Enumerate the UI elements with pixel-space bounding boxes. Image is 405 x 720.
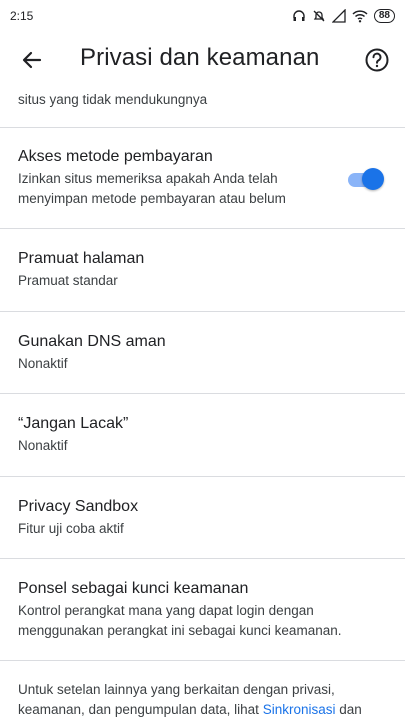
battery-indicator: 88 xyxy=(373,9,395,23)
setting-item-payment-methods[interactable]: Akses metode pembayaran Izinkan situs me… xyxy=(0,148,405,209)
setting-subtitle: Izinkan situs memeriksa apakah Anda tela… xyxy=(18,171,286,206)
signal-icon xyxy=(331,9,346,23)
wifi-icon xyxy=(352,10,368,23)
setting-subtitle: Pramuat standar xyxy=(18,273,118,288)
divider xyxy=(0,393,405,394)
divider xyxy=(0,228,405,229)
setting-subtitle: Kontrol perangkat mana yang dapat login … xyxy=(18,603,342,638)
divider xyxy=(0,558,405,559)
help-button[interactable] xyxy=(363,46,391,74)
setting-title: Akses metode pembayaran xyxy=(18,148,213,165)
setting-subtitle: Fitur uji coba aktif xyxy=(18,521,124,536)
setting-item-partial[interactable]: situs yang tidak mendukungnya xyxy=(0,90,405,110)
setting-subtitle: situs yang tidak mendukungnya xyxy=(18,92,208,107)
setting-title: Gunakan DNS aman xyxy=(18,333,166,350)
setting-item-secure-dns[interactable]: Gunakan DNS aman Nonaktif xyxy=(0,333,405,374)
page-title: Privasi dan keamanan xyxy=(80,44,320,71)
setting-subtitle: Nonaktif xyxy=(18,356,68,371)
toggle-thumb xyxy=(362,168,384,190)
payment-methods-toggle[interactable] xyxy=(346,167,386,191)
divider xyxy=(0,311,405,312)
divider xyxy=(0,476,405,477)
footer-suffix: dan xyxy=(339,702,362,717)
setting-item-do-not-track[interactable]: “Jangan Lacak” Nonaktif xyxy=(0,415,405,456)
setting-item-privacy-sandbox[interactable]: Privacy Sandbox Fitur uji coba aktif xyxy=(0,498,405,539)
muted-bell-icon xyxy=(313,10,325,22)
arrow-back-icon xyxy=(22,51,42,69)
footer-note: Untuk setelan lainnya yang berkaitan den… xyxy=(18,680,398,720)
setting-title: Ponsel sebagai kunci keamanan xyxy=(18,580,249,597)
app-bar: Privasi dan keamanan xyxy=(0,32,405,88)
setting-item-phone-security-key[interactable]: Ponsel sebagai kunci keamanan Kontrol pe… xyxy=(0,580,405,641)
back-button[interactable] xyxy=(18,46,46,74)
setting-title: “Jangan Lacak” xyxy=(18,415,129,432)
setting-title: Privacy Sandbox xyxy=(18,498,139,515)
setting-title: Pramuat halaman xyxy=(18,250,145,267)
setting-subtitle: Nonaktif xyxy=(18,438,68,453)
divider xyxy=(0,127,405,128)
status-time: 2:15 xyxy=(10,9,34,23)
setting-item-preload-pages[interactable]: Pramuat halaman Pramuat standar xyxy=(0,250,405,291)
status-bar: 2:15 88 xyxy=(0,0,405,32)
sync-link[interactable]: Sinkronisasi xyxy=(263,702,336,717)
status-icons: 88 xyxy=(292,9,395,23)
divider xyxy=(0,660,405,661)
headphones-icon xyxy=(293,10,305,21)
help-circle-icon xyxy=(365,48,389,72)
